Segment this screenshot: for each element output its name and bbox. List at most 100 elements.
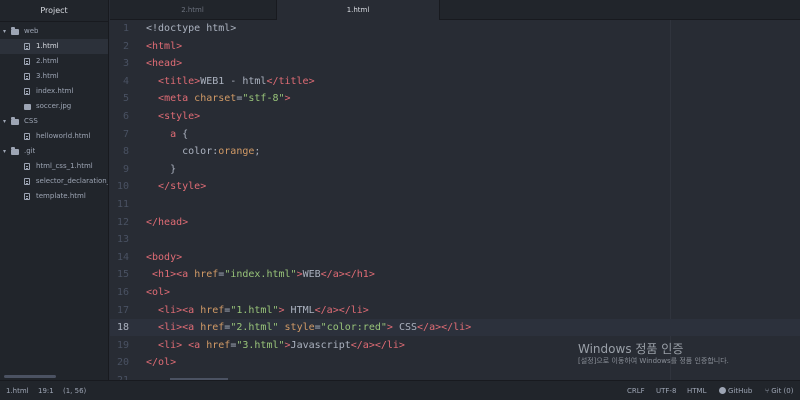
status-encoding[interactable]: UTF-8 [656,381,676,400]
file-icon [24,58,30,65]
code-line[interactable]: <body> [146,249,182,266]
status-github[interactable]: GitHub [719,381,752,400]
code-token: </a></li> [314,304,369,316]
code-line[interactable]: </ol> [146,354,176,371]
line-number[interactable]: 12 [110,214,129,231]
code-token: href [200,304,225,316]
git-branch-icon: ⑂ [765,387,770,395]
tree-item-label: index.html [36,87,74,95]
line-number[interactable]: 17 [110,302,129,319]
status-line-ending[interactable]: CRLF [627,381,645,400]
code-token: "1.html" [230,304,279,316]
file-icon [24,133,30,140]
git-label: Git (0) [771,387,794,395]
line-number[interactable]: 1 [110,20,129,37]
code-line[interactable]: a { [146,126,188,143]
line-number[interactable]: 18 [110,319,129,336]
github-icon [719,387,726,394]
code-line[interactable]: <ol> [146,284,170,301]
code-line[interactable]: color:orange; [146,143,260,160]
line-number[interactable]: 21 [110,372,129,380]
code-token: href [206,339,231,351]
tree-file[interactable]: index.html [0,84,108,99]
tree-file[interactable]: template.html [0,189,108,204]
code-token: <meta [158,93,195,105]
code-line[interactable]: <meta charset="stf-8"> [146,90,291,107]
code-line[interactable]: <li> <a href="3.html">Javascript</a></li… [146,337,405,354]
chevron-down-icon[interactable]: ▾ [3,144,11,159]
code-line[interactable]: <li><a href="2.html" style="color:red"> … [146,319,471,336]
project-panel-title[interactable]: Project [0,0,108,22]
code-line[interactable]: } [146,161,176,178]
code-line[interactable]: <!doctype html> [146,20,236,37]
chevron-down-icon[interactable]: ▾ [3,24,11,39]
code-editor[interactable]: 1 <!doctype html> 2 <html> 3 <head> 4 <title>W… [110,20,800,380]
tree-file[interactable]: html_css_1.html [0,159,108,174]
tab-1-html[interactable]: 1.html [276,0,440,21]
tab-2-html[interactable]: 2.html [110,0,275,20]
code-token: <html> [146,40,183,52]
tree-item-label: 1.html [36,42,59,50]
code-token: href [200,322,225,334]
code-token: Javascript [290,339,351,351]
code-token: <li> <a [158,339,207,351]
code-line[interactable]: <h1><a href="index.html">WEB</a></h1> [146,266,375,283]
code-token: <li><a [158,304,201,316]
line-number[interactable]: 2 [110,38,129,55]
line-number[interactable]: 5 [110,90,129,107]
status-file-name[interactable]: 1.html [6,381,29,400]
status-git[interactable]: ⑂ Git (0) [765,381,793,400]
tree-item-label: 2.html [36,57,59,65]
line-number[interactable]: 8 [110,143,129,160]
line-number[interactable]: 4 [110,73,129,90]
tree-file[interactable]: soccer.jpg [0,99,108,114]
line-number[interactable]: 16 [110,284,129,301]
sidebar-scrollbar[interactable] [4,375,56,378]
tree-folder[interactable]: ▾ .git [0,144,108,159]
status-grammar[interactable]: HTML [687,381,706,400]
code-token: </style> [158,181,207,193]
code-token: "2.html" [230,322,279,334]
tree-item-label: selector_declaration_ [35,177,108,185]
code-line[interactable]: <li><a href="1.html"> HTML</a></li> [146,302,369,319]
status-cursor-position[interactable]: 19:1 [38,381,54,400]
watermark-title: Windows 정품 인증 [578,342,684,356]
tree-file[interactable]: selector_declaration_ [0,174,108,189]
line-number[interactable]: 7 [110,126,129,143]
code-token: <h1><a [152,269,195,281]
code-token: <body> [146,251,183,263]
line-number[interactable]: 19 [110,337,129,354]
code-token: HTML [284,304,315,316]
code-token: orange [218,146,255,158]
code-token: ; [254,146,261,158]
line-number[interactable]: 15 [110,266,129,283]
code-token: <head> [146,58,183,70]
chevron-down-icon[interactable]: ▾ [3,114,11,129]
line-number[interactable]: 3 [110,55,129,72]
line-number[interactable]: 11 [110,196,129,213]
code-line[interactable]: <title>WEB1 - html</title> [146,73,315,90]
code-line[interactable]: </style> [146,178,206,195]
tree-file[interactable]: 3.html [0,69,108,84]
code-line[interactable]: <style> [146,108,200,125]
tree-folder[interactable]: ▾ web [0,24,108,39]
code-line[interactable]: </head> [146,214,188,231]
line-number[interactable]: 20 [110,354,129,371]
line-number[interactable]: 6 [110,108,129,125]
line-number[interactable]: 13 [110,231,129,248]
watermark-subtitle: [설정]으로 이동하여 Windows를 정품 인증합니다. [578,357,729,365]
tree-file[interactable]: 2.html [0,54,108,69]
tree-file[interactable]: 1.html [0,39,108,54]
code-line[interactable]: <html> [146,38,182,55]
line-number[interactable]: 10 [110,178,129,195]
file-icon [24,88,30,95]
line-number[interactable]: 9 [110,161,129,178]
line-number[interactable]: 14 [110,249,129,266]
tree-file[interactable]: helloworld.html [0,129,108,144]
code-line[interactable]: <head> [146,55,182,72]
file-icon [24,178,30,185]
tree-folder[interactable]: ▾ CSS [0,114,108,129]
